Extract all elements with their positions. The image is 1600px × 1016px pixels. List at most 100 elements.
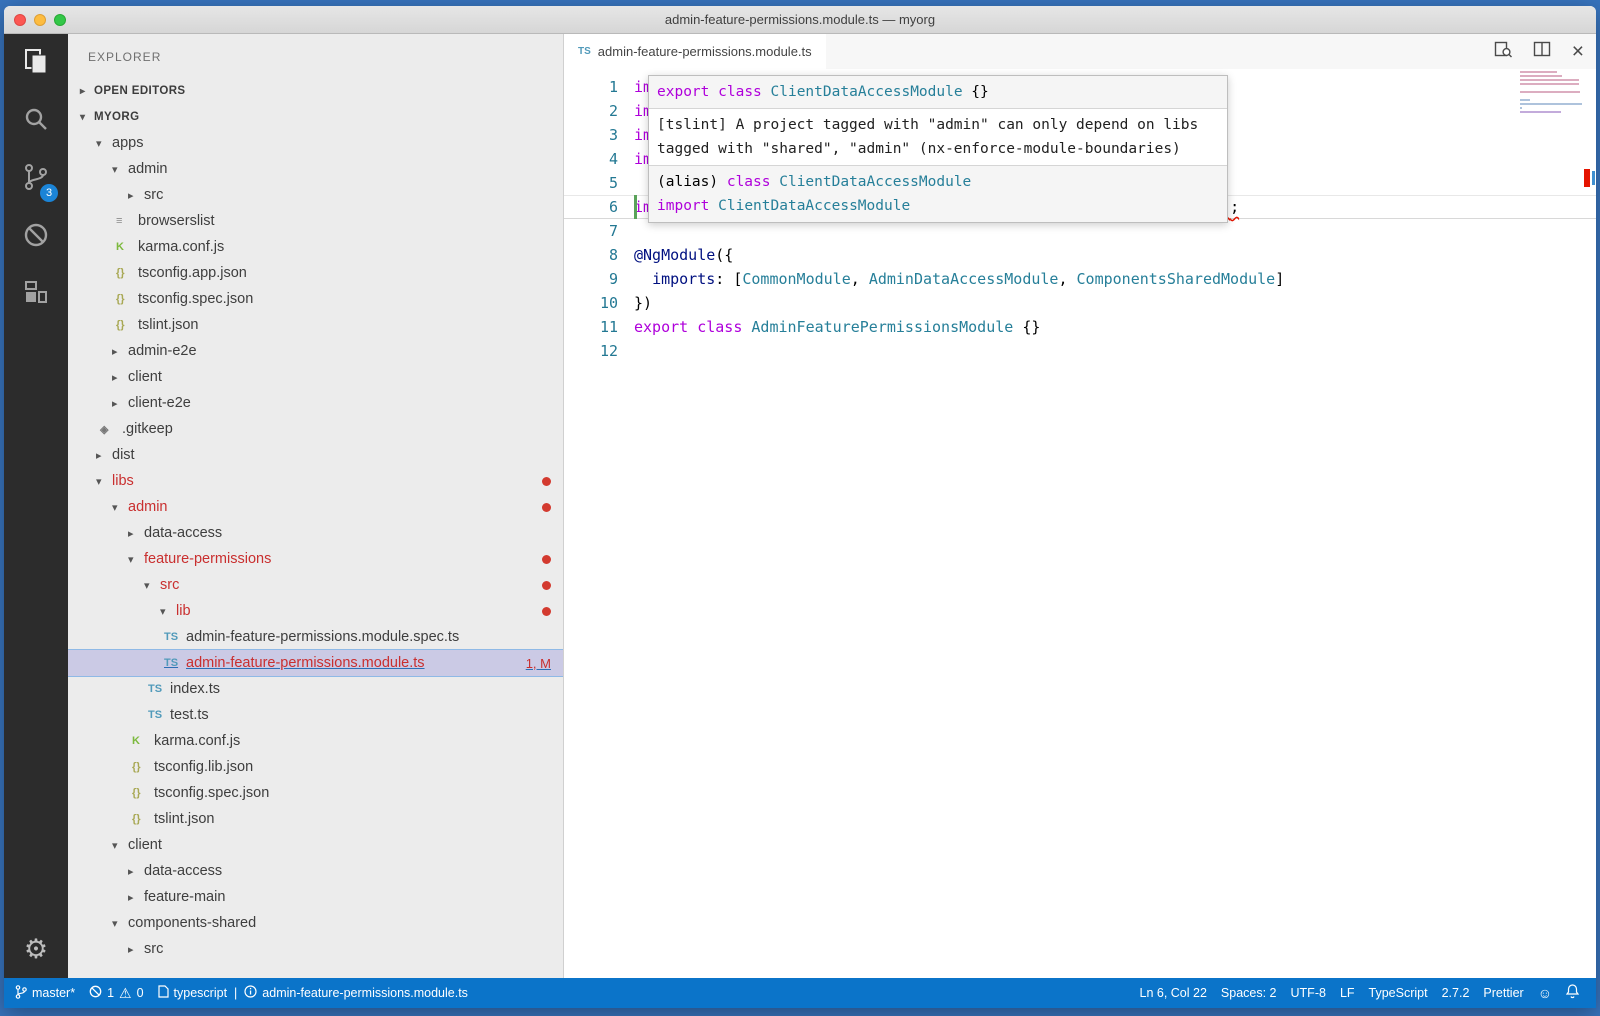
line-number: 9 — [564, 267, 634, 291]
editor-tab[interactable]: TS admin-feature-permissions.module.ts — [564, 34, 826, 69]
tree-item[interactable]: ▾ client — [68, 832, 563, 858]
settings-gear-button[interactable]: ⚙ — [4, 920, 68, 978]
tree-item[interactable]: K karma.conf.js — [68, 728, 563, 754]
tree-item[interactable]: {} tsconfig.app.json — [68, 260, 563, 286]
notifications-button[interactable] — [1559, 978, 1586, 1008]
cursor-position-status[interactable]: Ln 6, Col 22 — [1133, 978, 1214, 1008]
tree-item-label: src — [144, 187, 163, 203]
code-line[interactable]: 10 }) — [564, 291, 1596, 315]
tree-item[interactable]: {} tslint.json — [68, 806, 563, 832]
tree-item[interactable]: ▸ client-e2e — [68, 390, 563, 416]
code-area[interactable]: 1 import { NgModule } from '@angular/cor… — [564, 69, 1596, 978]
tree-item[interactable]: TS admin-feature-permissions.module.spec… — [68, 624, 563, 650]
tree-item[interactable]: TS admin-feature-permissions.module.ts 1… — [68, 650, 563, 676]
tree-item[interactable]: ▸ client — [68, 364, 563, 390]
file-type-icon: ≡ — [116, 215, 138, 227]
workspace-root-section-header[interactable]: ▾ MYORG — [68, 104, 563, 130]
status-separator: | — [232, 986, 239, 1000]
problems-status[interactable]: 1 ⚠ 0 — [82, 978, 150, 1008]
code-line[interactable]: 11 export class AdminFeaturePermissionsM… — [564, 315, 1596, 339]
code-line[interactable]: 9 imports: [CommonModule, AdminDataAcces… — [564, 267, 1596, 291]
file-type-icon: TS — [164, 657, 186, 669]
tree-item[interactable]: ▾ feature-permissions — [68, 546, 563, 572]
tree-item[interactable]: ▸ dist — [68, 442, 563, 468]
code-line[interactable]: 12 — [564, 339, 1596, 363]
typescript-version-status[interactable]: 2.7.2 — [1435, 978, 1477, 1008]
tree-item[interactable]: TS test.ts — [68, 702, 563, 728]
split-editor-icon[interactable] — [1533, 40, 1552, 64]
error-dot-icon — [542, 555, 551, 564]
tree-item[interactable]: ▾ components-shared — [68, 910, 563, 936]
workbench: 3 ⚙ EXPLORER ▸ OPEN EDITORS — [4, 34, 1596, 978]
tree-item-label: tslint.json — [138, 317, 198, 333]
search-activity-button[interactable] — [4, 92, 68, 150]
tree-item[interactable]: ▾ src — [68, 572, 563, 598]
twisty-icon: ▾ — [96, 475, 112, 488]
line-number: 8 — [564, 243, 634, 267]
code-line[interactable]: 8 @NgModule({ — [564, 243, 1596, 267]
error-dot-icon — [542, 581, 551, 590]
twisty-icon: ▾ — [112, 163, 128, 176]
line-number: 11 — [564, 315, 634, 339]
tree-item[interactable]: {} tslint.json — [68, 312, 563, 338]
tree-item-label: client — [128, 369, 162, 385]
error-dot-icon — [542, 607, 551, 616]
tree-item[interactable]: ▾ libs — [68, 468, 563, 494]
file-type-icon: {} — [132, 787, 154, 799]
open-editors-section-header[interactable]: ▸ OPEN EDITORS — [68, 78, 563, 104]
eol-status[interactable]: LF — [1333, 978, 1362, 1008]
git-branch-status[interactable]: master* — [8, 978, 82, 1008]
editor-actions: × — [1494, 34, 1584, 69]
tree-item[interactable]: ≡ browserslist — [68, 208, 563, 234]
encoding-status[interactable]: UTF-8 — [1284, 978, 1333, 1008]
tree-item[interactable]: TS index.ts — [68, 676, 563, 702]
warning-count: 0 — [137, 986, 144, 1000]
open-preview-icon[interactable] — [1494, 40, 1513, 64]
extensions-activity-button[interactable] — [4, 266, 68, 324]
error-dot-icon — [542, 503, 551, 512]
tree-item[interactable]: ▸ src — [68, 182, 563, 208]
tree-item[interactable]: ▸ feature-main — [68, 884, 563, 910]
tree-item[interactable]: ▸ admin-e2e — [68, 338, 563, 364]
tree-item[interactable]: ▸ data-access — [68, 520, 563, 546]
tree-item[interactable]: ▾ lib — [68, 598, 563, 624]
source-control-activity-button[interactable]: 3 — [4, 150, 68, 208]
tree-item-label: admin — [128, 499, 168, 515]
editor-area: TS admin-feature-permissions.module.ts ×… — [564, 34, 1596, 978]
minimize-window-button[interactable] — [34, 14, 46, 26]
debug-activity-button[interactable] — [4, 208, 68, 266]
tree-item[interactable]: {} tsconfig.spec.json — [68, 780, 563, 806]
close-editor-icon[interactable]: × — [1572, 41, 1584, 62]
tree-item[interactable]: ▾ admin — [68, 156, 563, 182]
document-icon — [158, 985, 169, 1001]
feedback-button[interactable]: ☺ — [1531, 978, 1559, 1008]
branch-icon — [15, 985, 27, 1002]
tree-item[interactable]: ▸ src — [68, 936, 563, 962]
hover-lint-message: [tslint] A project tagged with "admin" c… — [649, 109, 1227, 165]
tree-item[interactable]: ▸ data-access — [68, 858, 563, 884]
minimap[interactable] — [1520, 71, 1584, 119]
explorer-activity-button[interactable] — [4, 34, 68, 92]
tree-item[interactable]: ▾ admin — [68, 494, 563, 520]
tree-item-label: tsconfig.spec.json — [154, 785, 269, 801]
tree-item[interactable]: {} tsconfig.lib.json — [68, 754, 563, 780]
formatter-status[interactable]: Prettier — [1476, 978, 1530, 1008]
line-number: 10 — [564, 291, 634, 315]
tree-item[interactable]: K karma.conf.js — [68, 234, 563, 260]
tree-item-label: data-access — [144, 863, 222, 879]
tree-item[interactable]: ◈ .gitkeep — [68, 416, 563, 442]
error-dot-icon — [542, 477, 551, 486]
tree-item-label: feature-main — [144, 889, 225, 905]
tree-item[interactable]: {} tsconfig.spec.json — [68, 286, 563, 312]
zoom-window-button[interactable] — [54, 14, 66, 26]
title-bar[interactable]: admin-feature-permissions.module.ts — my… — [4, 6, 1596, 34]
branch-name: master* — [32, 986, 75, 1000]
tree-item-label: client — [128, 837, 162, 853]
close-window-button[interactable] — [14, 14, 26, 26]
indentation-status[interactable]: Spaces: 2 — [1214, 978, 1284, 1008]
linter-status[interactable]: typescript | admin-feature-permissions.m… — [151, 978, 475, 1008]
tree-item-label: src — [144, 941, 163, 957]
language-mode-status[interactable]: TypeScript — [1362, 978, 1435, 1008]
twisty-icon: ▸ — [128, 943, 144, 956]
tree-item[interactable]: ▾ apps — [68, 130, 563, 156]
